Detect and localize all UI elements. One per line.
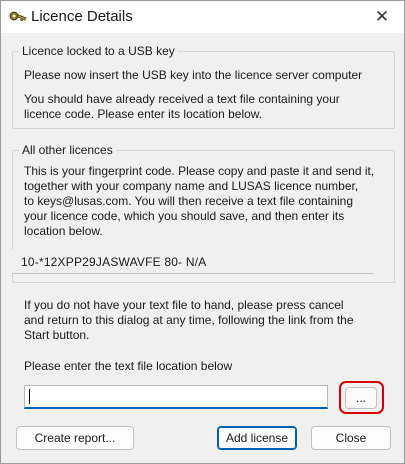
- cancel-instructions-line-2: and return to this dialog at any time, f…: [24, 313, 354, 327]
- close-button[interactable]: Close: [311, 426, 391, 450]
- fingerprint-code-field[interactable]: 10-*12XPP29JASWAVFE 80- N/A: [12, 250, 374, 274]
- cancel-instructions-line-1: If you do not have your text file to han…: [24, 298, 344, 312]
- usb-line-3: licence code. Please enter its location …: [24, 107, 263, 121]
- cancel-instructions-line-3: Start button.: [24, 328, 90, 342]
- fingerprint-instructions-line-2: together with your company name and LUSA…: [24, 179, 359, 193]
- licence-details-dialog: Licence Details ✕ Licence locked to a US…: [0, 0, 405, 464]
- file-location-label: Please enter the text file location belo…: [24, 359, 233, 373]
- title-bar: Licence Details ✕: [1, 1, 404, 33]
- file-location-input[interactable]: [24, 385, 328, 409]
- usb-line-1: Please now insert the USB key into the l…: [24, 68, 363, 82]
- fingerprint-code: 10-*12XPP29JASWAVFE 80- N/A: [21, 255, 207, 269]
- fingerprint-instructions-line-5: location below.: [24, 224, 103, 238]
- create-report-button[interactable]: Create report...: [16, 426, 134, 450]
- window-title: Licence Details: [31, 8, 133, 25]
- usb-group-legend: Licence locked to a USB key: [19, 44, 178, 58]
- add-license-button[interactable]: Add license: [217, 426, 297, 450]
- close-window-button[interactable]: ✕: [360, 1, 404, 33]
- other-group-legend: All other licences: [19, 143, 116, 157]
- key-icon: [9, 9, 27, 23]
- usb-line-2: You should have already received a text …: [24, 92, 340, 106]
- fingerprint-instructions-line-1: This is your fingerprint code. Please co…: [24, 164, 375, 178]
- fingerprint-instructions-line-4: your licence code, which you should save…: [24, 209, 345, 223]
- text-caret: [29, 389, 30, 404]
- browse-button[interactable]: ...: [345, 387, 377, 409]
- close-icon: ✕: [374, 7, 390, 26]
- fingerprint-instructions-line-3: to keys@lusas.com. You will then receive…: [24, 194, 354, 208]
